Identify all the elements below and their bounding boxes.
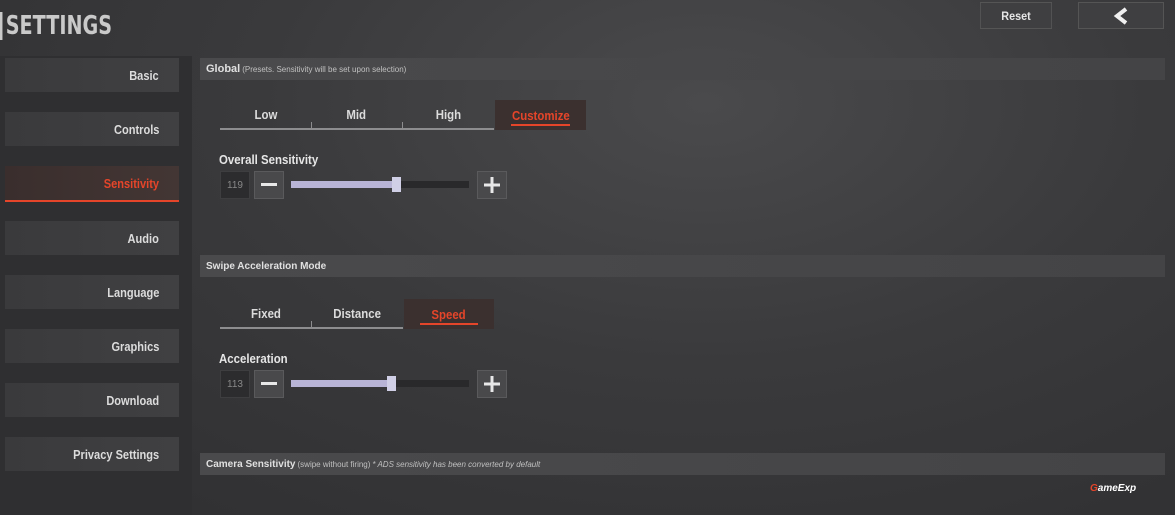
swipe-section-title: Swipe Acceleration Mode — [206, 260, 327, 272]
acceleration-value: 113 — [220, 370, 250, 398]
mode-label: Speed — [431, 306, 467, 322]
sidebar-item-sensitivity[interactable]: Sensitivity — [5, 166, 179, 202]
global-section-header: Global (Presets. Sensitivity will be set… — [200, 58, 1165, 80]
mode-label: Distance — [333, 305, 381, 321]
preset-label: Low — [254, 106, 277, 122]
sidebar-item-download[interactable]: Download — [5, 383, 179, 417]
preset-label: High — [435, 106, 461, 122]
acceleration-label: Acceleration — [219, 351, 288, 366]
sidebar-item-basic[interactable]: Basic — [5, 58, 179, 92]
camera-section-note-ads: * ADS sensitivity has been converted by … — [372, 459, 541, 469]
camera-section-header: Camera Sensitivity (swipe without firing… — [200, 453, 1165, 475]
minus-icon — [261, 183, 277, 186]
reset-button[interactable]: Reset — [980, 2, 1052, 29]
overall-sensitivity-label: Overall Sensitivity — [219, 152, 319, 167]
mode-speed-tab[interactable]: Speed — [404, 299, 494, 329]
sidebar-item-controls[interactable]: Controls — [5, 112, 179, 146]
watermark-logo: GameExp — [1090, 483, 1136, 494]
back-button[interactable] — [1078, 2, 1164, 29]
minus-icon — [261, 382, 277, 385]
acceleration-decrease-button[interactable] — [254, 370, 284, 398]
sidebar-item-privacy-settings[interactable]: Privacy Settings — [5, 437, 179, 471]
plus-icon — [484, 177, 500, 193]
overall-sensitivity-decrease-button[interactable] — [254, 171, 284, 199]
swipe-section-header: Swipe Acceleration Mode — [200, 255, 1165, 277]
preset-high-tab[interactable]: High — [402, 100, 494, 130]
acceleration-slider[interactable] — [291, 376, 469, 391]
mode-distance-tab[interactable]: Distance — [311, 299, 403, 329]
camera-section-title: Camera Sensitivity — [206, 458, 296, 470]
slider-handle[interactable] — [386, 376, 396, 391]
mode-fixed-tab[interactable]: Fixed — [220, 299, 311, 329]
sidebar-item-label: Basic — [129, 67, 159, 83]
sidebar-item-label: Controls — [113, 121, 159, 137]
sidebar-item-graphics[interactable]: Graphics — [5, 329, 179, 363]
preset-label: Mid — [346, 106, 367, 122]
sidebar-item-label: Sensitivity — [103, 175, 159, 191]
overall-sensitivity-increase-button[interactable] — [477, 171, 507, 199]
preset-label: Customize — [511, 107, 570, 123]
camera-section-note: (swipe without firing) — [297, 459, 371, 469]
sidebar-item-label: Language — [106, 284, 159, 300]
global-section-note: (Presets. Sensitivity will be set upon s… — [242, 64, 407, 74]
watermark-brand-first: G — [1090, 483, 1098, 494]
sidebar-item-label: Audio — [127, 230, 159, 246]
preset-customize-tab[interactable]: Customize — [495, 100, 586, 130]
preset-low-tab[interactable]: Low — [220, 100, 311, 130]
slider-handle[interactable] — [392, 177, 402, 192]
page-title: SETTINGS — [0, 12, 112, 40]
sidebar-item-label: Privacy Settings — [73, 446, 159, 462]
sidebar-item-label: Graphics — [111, 338, 159, 354]
plus-icon — [484, 376, 500, 392]
sidebar-item-audio[interactable]: Audio — [5, 221, 179, 255]
global-section-title: Global — [206, 63, 241, 75]
overall-sensitivity-value: 119 — [220, 171, 250, 199]
sidebar: Basic Controls Sensitivity Audio Languag… — [0, 56, 192, 515]
watermark-brand-rest: ameExp — [1097, 483, 1137, 494]
overall-sensitivity-slider[interactable] — [291, 177, 469, 192]
preset-mid-tab[interactable]: Mid — [311, 100, 402, 130]
acceleration-increase-button[interactable] — [477, 370, 507, 398]
mode-label: Fixed — [250, 305, 281, 321]
sidebar-item-language[interactable]: Language — [5, 275, 179, 309]
slider-fill — [291, 380, 391, 387]
chevron-left-icon — [1113, 6, 1128, 25]
slider-fill — [291, 181, 397, 188]
sidebar-item-label: Download — [106, 392, 159, 408]
